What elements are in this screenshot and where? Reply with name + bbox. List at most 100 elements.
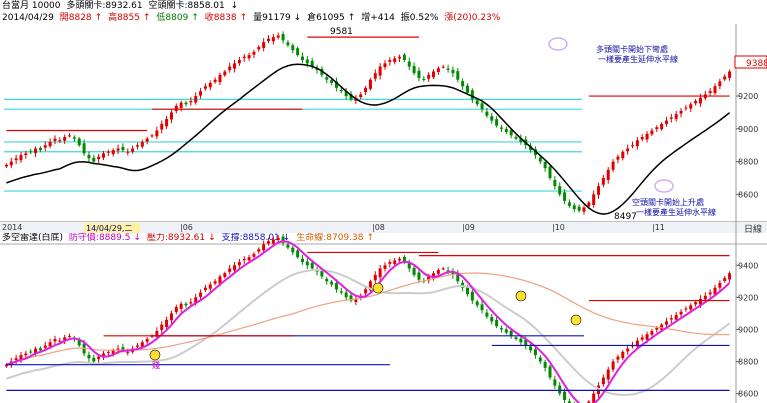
indicator-candle-body	[694, 302, 698, 305]
candle-body	[19, 155, 23, 161]
candle-body	[432, 71, 436, 78]
candle-body	[703, 94, 707, 99]
white-line	[6, 268, 731, 396]
indicator-candle-body	[29, 351, 33, 353]
candle-body	[684, 107, 688, 109]
candle-body	[271, 37, 275, 42]
indicator-candle-body	[689, 305, 693, 310]
upper-y-tick-label: 8800	[738, 158, 758, 167]
candle-body	[296, 48, 300, 56]
candle-body	[679, 110, 683, 114]
highlight-circle	[654, 179, 674, 193]
indicator-candle-body	[106, 351, 110, 353]
candle-body	[281, 33, 285, 41]
x-tick-label: |06	[180, 223, 193, 232]
candle-body	[422, 79, 426, 81]
indicator-candle-body	[97, 356, 101, 360]
indicator-candle-body	[179, 303, 183, 309]
candle-body	[635, 140, 639, 147]
indicator-candle-body	[300, 258, 304, 263]
indicator-candle-body	[553, 379, 557, 386]
candle-body	[713, 86, 717, 94]
candle-body	[548, 166, 552, 178]
candle-body	[611, 161, 615, 170]
candle-body	[723, 76, 727, 80]
indicator-candle-body	[247, 257, 251, 261]
indicator-candle-body	[436, 270, 440, 274]
candle-body	[451, 69, 455, 74]
indicator-candle-body	[723, 278, 727, 281]
indicator-candle-body	[606, 369, 610, 380]
candle-body	[29, 151, 33, 153]
indicator-candle-body	[43, 345, 47, 348]
candle-body	[58, 140, 62, 142]
indicator-candle-body	[669, 318, 673, 320]
indicator-candle-body	[373, 274, 377, 281]
candle-body	[77, 138, 81, 146]
indicator-candle-body	[169, 313, 173, 321]
candle-body	[645, 133, 649, 140]
candle-body	[446, 68, 450, 70]
candle-body	[465, 85, 469, 93]
candle-body	[388, 60, 392, 62]
smiley-icon	[515, 290, 527, 302]
indicator-candle-body	[543, 361, 547, 368]
bottom-note-line1: 空頭關卡開始上升處	[632, 197, 704, 207]
indicator-candle-body	[165, 319, 169, 328]
indicator-candle-body	[601, 377, 605, 385]
candle-body	[640, 137, 644, 140]
top-note-line1: 多頭關卡開始下彎處	[596, 44, 668, 54]
indicator-candle-body	[213, 281, 217, 284]
candle-body	[4, 164, 8, 167]
candle-body	[383, 63, 387, 68]
smiley-icon	[570, 314, 582, 326]
x-tick-label: |08	[372, 223, 385, 232]
candle-body	[131, 148, 135, 152]
indicator-candle-body	[87, 354, 91, 359]
candle-body	[63, 137, 67, 141]
indicator-candle-body	[68, 335, 72, 337]
candle-body	[194, 96, 198, 103]
indicator-candle-body	[276, 237, 280, 241]
indicator-candle-body	[679, 311, 683, 315]
candle-body	[179, 102, 183, 108]
candle-body	[664, 120, 668, 124]
indicator-candle-body	[558, 385, 562, 394]
indicator-candle-body	[257, 249, 261, 252]
indicator-candle-body	[407, 263, 411, 269]
candle-body	[543, 162, 547, 169]
candle-body	[689, 104, 693, 109]
candle-body	[237, 60, 241, 64]
candle-body	[165, 119, 169, 127]
x-tick-label: 2014	[2, 223, 22, 232]
indicator-candle-body	[490, 317, 494, 322]
indicator-candle-body	[664, 321, 668, 325]
indicator-candle-body	[417, 272, 421, 280]
indicator-candle-body	[538, 357, 542, 362]
smiley-icon	[149, 349, 161, 361]
candle-body	[140, 141, 144, 147]
indicator-candle-body	[718, 282, 722, 288]
candle-body	[68, 135, 72, 137]
candle-body	[53, 138, 57, 141]
candle-body	[572, 205, 576, 210]
indicator-candle-body	[325, 278, 329, 282]
indicator-candle-body	[189, 302, 193, 304]
indicator-candle-body	[650, 331, 654, 335]
candle-body	[9, 161, 13, 166]
indicator-candle-body	[334, 283, 338, 290]
indicator-candle-body	[330, 281, 334, 285]
indicator-candle-body	[728, 273, 732, 280]
lower-y-tick-label: 8800	[738, 358, 758, 367]
indicator-candle-body	[291, 247, 295, 253]
candle-body	[116, 148, 120, 151]
indicator-candle-body	[203, 287, 207, 291]
candle-body	[538, 157, 542, 162]
indicator-candle-body	[286, 244, 290, 248]
x-tick-label: |11	[652, 223, 665, 232]
period-label: 日線	[744, 223, 762, 235]
candle-body	[655, 127, 659, 129]
candle-body	[72, 137, 76, 139]
candle-body	[330, 80, 334, 83]
upper-y-tick-label: 8600	[738, 190, 758, 199]
